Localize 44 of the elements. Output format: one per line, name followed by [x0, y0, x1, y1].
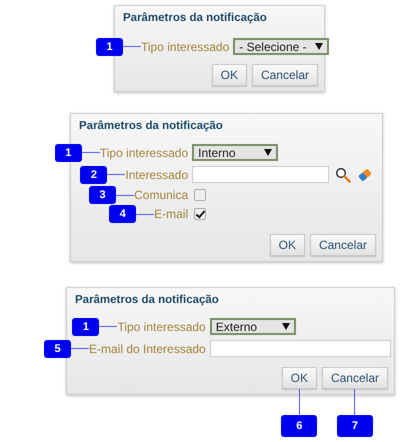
checkbox[interactable] [194, 189, 206, 201]
callout-badge: 1 [72, 318, 100, 336]
field-label: Comunica [134, 188, 188, 202]
leader-line [107, 174, 126, 175]
ok-button[interactable]: OK [270, 234, 305, 256]
dropdown[interactable]: Interno [192, 144, 278, 161]
callout-badge: 2 [80, 166, 108, 184]
caret-icon [282, 323, 290, 330]
caret-icon [264, 149, 272, 156]
callout-badge: 1 [96, 38, 123, 56]
dropdown[interactable]: Externo [210, 318, 296, 335]
leader-line [71, 348, 89, 349]
callout-badge: 4 [109, 205, 136, 223]
leader-line [298, 389, 300, 415]
leader-line [99, 326, 118, 327]
field-label: E-mail do Interessado [89, 342, 206, 356]
input-field[interactable] [210, 340, 391, 357]
field-label: Interessado [125, 168, 188, 182]
callout-badge: 1 [54, 144, 82, 162]
cancel-button[interactable]: Cancelar [252, 64, 318, 86]
field-label: E-mail [154, 207, 188, 221]
callout-badge: 7 [336, 415, 373, 437]
caret-icon [314, 43, 323, 50]
leader-line [123, 46, 141, 47]
leader-line [116, 194, 134, 196]
dialog-title: Parâmetros da notificação [123, 12, 268, 24]
field-label: Tipo interessado [117, 320, 206, 334]
cancel-button[interactable]: Cancelar [322, 367, 388, 389]
checkbox[interactable] [194, 208, 206, 220]
dropdown[interactable]: - Selecione - [233, 38, 329, 55]
leader-line [82, 152, 100, 153]
dialog-title: Parâmetros da notificação [79, 120, 224, 132]
ok-button[interactable]: OK [212, 64, 247, 86]
callout-badge: 3 [89, 186, 116, 204]
dialog-title: Parâmetros da notificação [75, 294, 220, 306]
callout-badge: 5 [44, 340, 71, 358]
ok-button[interactable]: OK [282, 367, 317, 389]
field-label: Tipo interessado [100, 146, 188, 160]
cancel-button[interactable]: Cancelar [310, 234, 376, 256]
search-icon[interactable] [335, 166, 352, 182]
leader-line [354, 389, 356, 415]
input-field[interactable] [192, 166, 330, 183]
callout-badge: 6 [281, 415, 318, 437]
field-label: Tipo interessado [141, 40, 230, 54]
